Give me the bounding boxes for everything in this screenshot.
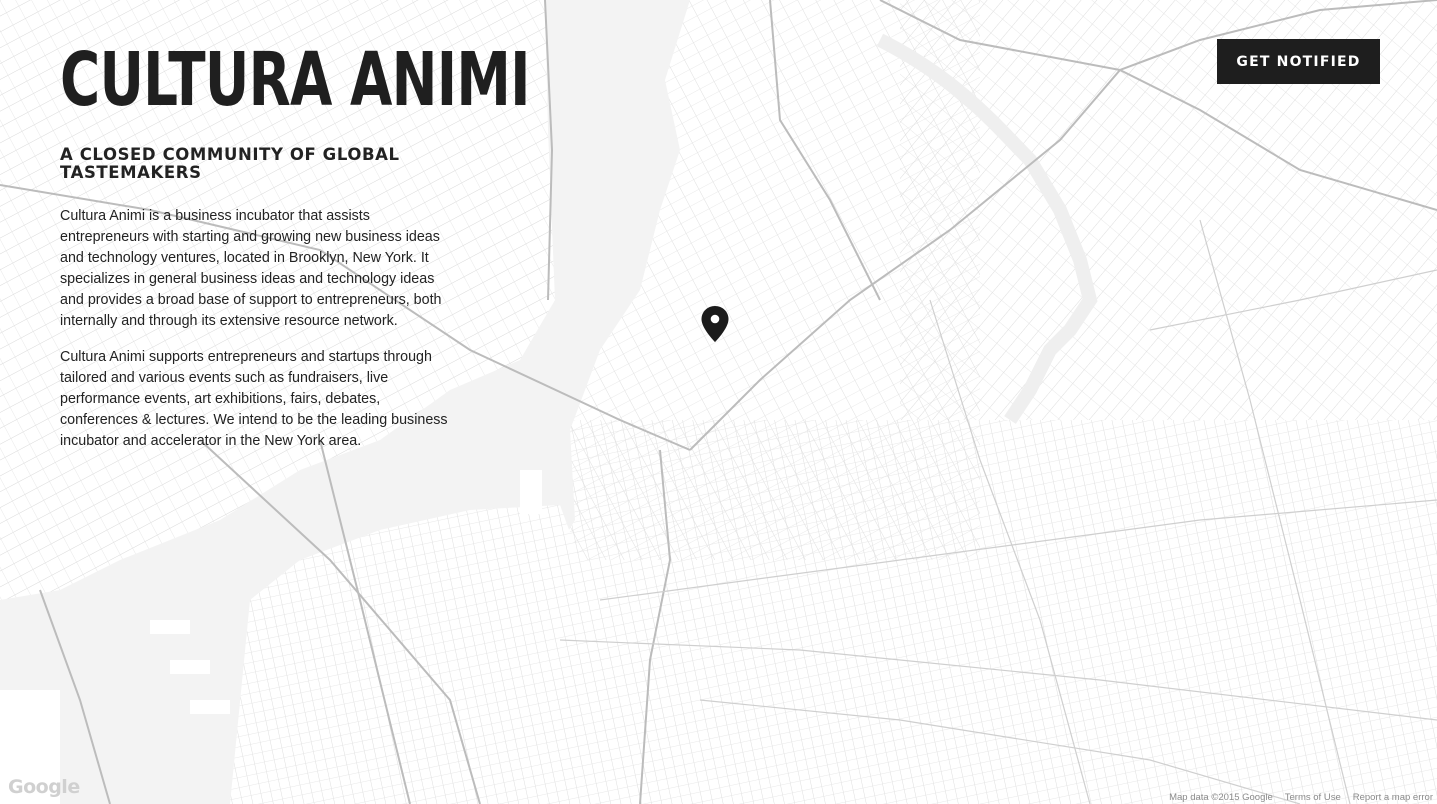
report-map-error-link[interactable]: Report a map error [1353,792,1433,804]
site-tagline: A CLOSED COMMUNITY OF GLOBAL TASTEMAKERS [60,145,400,182]
get-notified-button[interactable]: GET NOTIFIED [1217,39,1380,84]
map-attribution: Map data ©2015 Google Terms of Use Repor… [1169,792,1433,804]
map-data-credit: Map data ©2015 Google [1169,792,1273,803]
intro-paragraph: Cultura Animi is a business incubator th… [60,208,442,329]
site-title: CULTURA ANIMI [60,37,530,123]
location-pin-icon[interactable] [701,306,729,342]
terms-of-use-link[interactable]: Terms of Use [1285,792,1341,804]
events-paragraph: Cultura Animi supports entrepreneurs and… [60,349,448,449]
google-logo[interactable]: Google [8,776,80,798]
